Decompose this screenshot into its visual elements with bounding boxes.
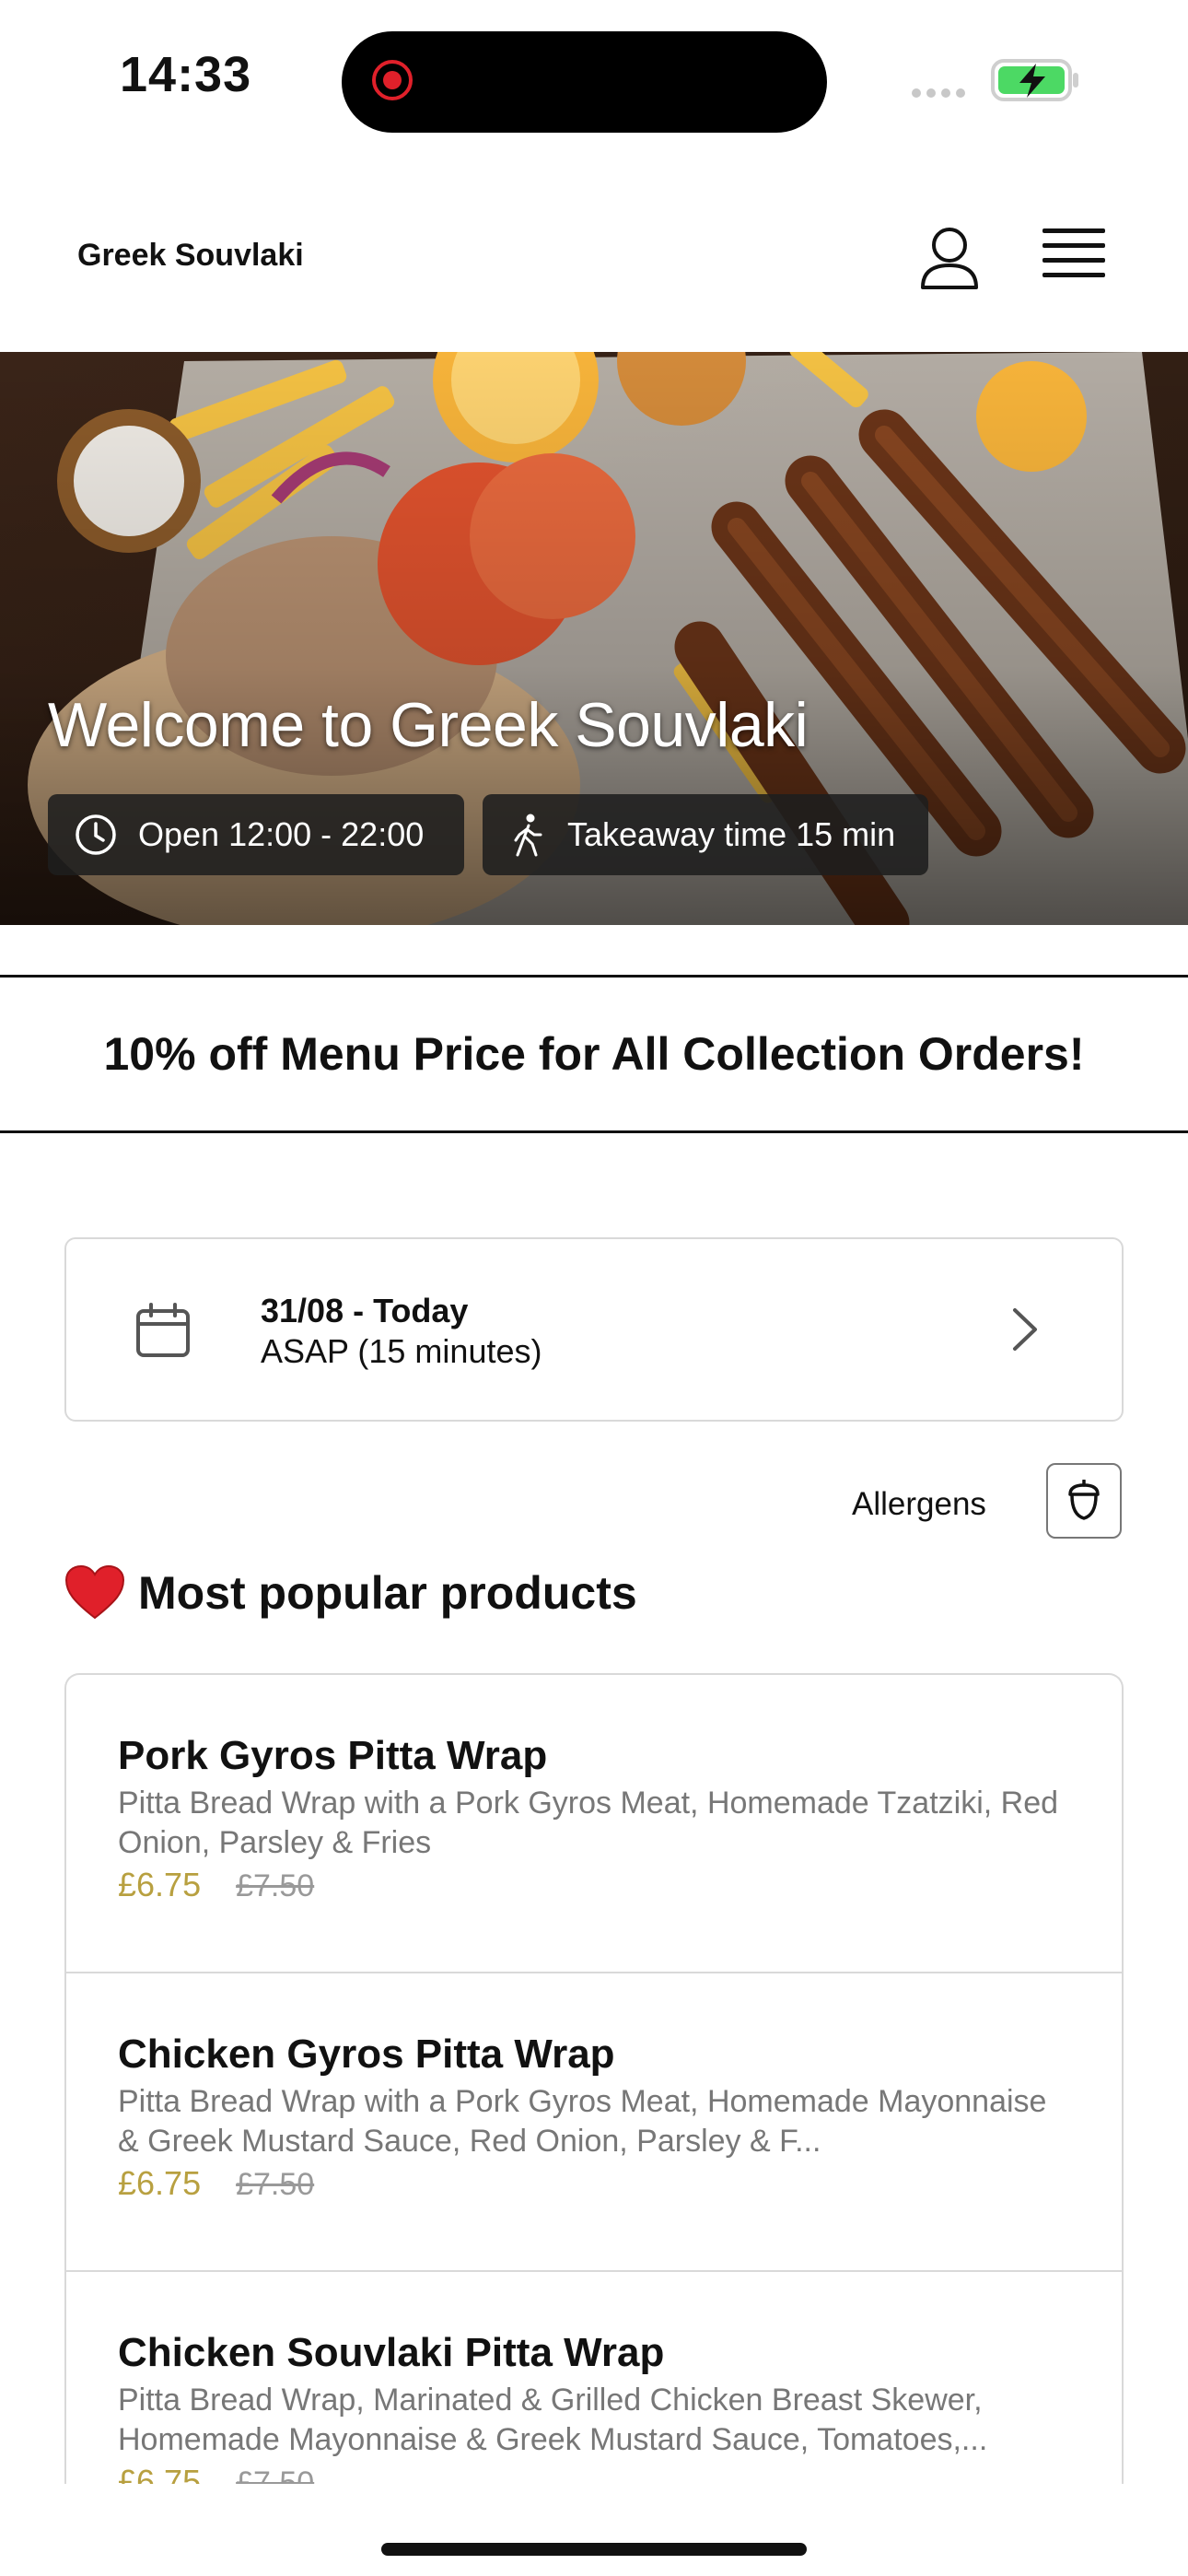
allergens-button[interactable] (1046, 1463, 1122, 1539)
opening-hours-badge: Open 12:00 - 22:00 (48, 794, 464, 875)
battery-charging-icon (991, 59, 1078, 101)
product-card[interactable]: Pork Gyros Pitta Wrap Pitta Bread Wrap w… (66, 1675, 1122, 1973)
product-name: Pork Gyros Pitta Wrap (118, 1733, 548, 1778)
order-time-selector[interactable] (64, 1237, 1124, 1422)
product-description: Pitta Bread Wrap with a Pork Gyros Meat,… (118, 2084, 1047, 2159)
product-price: £6.75 (118, 1866, 202, 1903)
order-date: 31/08 - Today (261, 1292, 469, 1329)
calendar-icon (136, 1303, 190, 1357)
takeaway-time-badge: Takeaway time 15 min (483, 794, 928, 875)
acorn-icon (1068, 1480, 1100, 1520)
takeaway-time-text: Takeaway time 15 min (567, 815, 896, 853)
product-card[interactable]: Chicken Souvlaki Pitta Wrap Pitta Bread … (66, 2272, 1122, 2484)
user-icon[interactable] (917, 225, 982, 291)
hamburger-menu-icon[interactable] (1042, 228, 1105, 286)
product-old-price: £7.50 (236, 1868, 315, 1903)
walking-person-icon (514, 814, 542, 857)
hero-title: Welcome to Greek Souvlaki (48, 690, 809, 760)
home-indicator[interactable] (381, 2543, 807, 2556)
product-list: Pork Gyros Pitta Wrap Pitta Bread Wrap w… (64, 1673, 1124, 2484)
product-card[interactable]: Chicken Gyros Pitta Wrap Pitta Bread Wra… (66, 1973, 1122, 2272)
record-icon (372, 60, 413, 100)
product-name: Chicken Souvlaki Pitta Wrap (118, 2330, 665, 2375)
promo-banner: 10% off Menu Price for All Collection Or… (0, 975, 1188, 1133)
dynamic-island (342, 31, 827, 133)
product-old-price: £7.50 (236, 2167, 315, 2202)
opening-hours-text: Open 12:00 - 22:00 (138, 815, 425, 853)
product-prices: £6.75 £7.50 (118, 1863, 1070, 1908)
allergens-label[interactable]: Allergens (852, 1486, 986, 1523)
clock-icon (76, 814, 116, 855)
section-title: Most popular products (138, 1567, 637, 1619)
product-prices: £6.75 £7.50 (118, 2460, 1070, 2484)
product-description: Pitta Bread Wrap, Marinated & Grilled Ch… (118, 2383, 988, 2457)
product-price: £6.75 (118, 2164, 202, 2202)
signal-icon (912, 86, 971, 102)
chevron-right-icon[interactable] (1009, 1306, 1041, 1352)
order-time: ASAP (15 minutes) (261, 1332, 542, 1370)
product-name: Chicken Gyros Pitta Wrap (118, 2032, 615, 2077)
product-description: Pitta Bread Wrap with a Pork Gyros Meat,… (118, 1786, 1059, 1860)
product-price: £6.75 (118, 2463, 202, 2484)
product-prices: £6.75 £7.50 (118, 2161, 1070, 2207)
heart-icon (64, 1564, 125, 1620)
status-time: 14:33 (120, 47, 252, 102)
product-old-price: £7.50 (236, 2465, 315, 2484)
brand-name[interactable]: Greek Souvlaki (77, 238, 304, 274)
